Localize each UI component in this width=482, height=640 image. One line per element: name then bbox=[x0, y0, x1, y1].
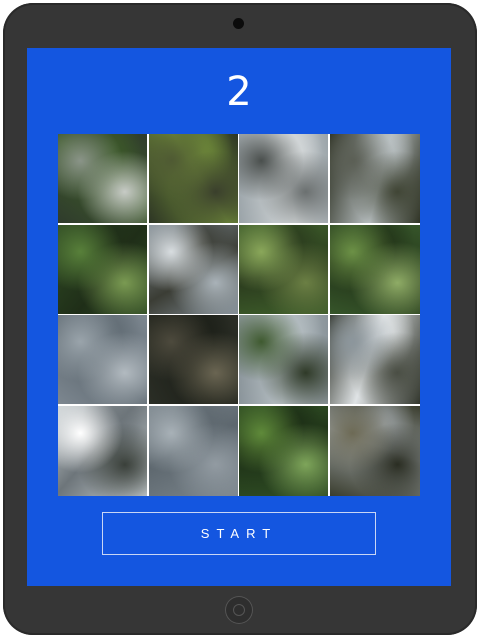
puzzle-tile-dark-rocks-twigs[interactable] bbox=[148, 315, 238, 404]
puzzle-tile-blurred-water[interactable] bbox=[58, 315, 147, 404]
puzzle-board bbox=[58, 134, 420, 496]
home-button-icon bbox=[233, 604, 245, 616]
home-button[interactable] bbox=[225, 596, 253, 624]
puzzle-tile-dense-forest[interactable] bbox=[329, 224, 420, 314]
puzzle-tile-splashing-water[interactable] bbox=[148, 224, 238, 314]
score-display: 2 bbox=[27, 70, 451, 114]
puzzle-tile-rocks-rushing-water[interactable] bbox=[329, 315, 420, 404]
puzzle-tile-water-over-rocks[interactable] bbox=[239, 134, 328, 223]
puzzle-tile-jungle-foliage[interactable] bbox=[58, 224, 147, 314]
puzzle-tile-tree-trunks-forest[interactable] bbox=[239, 224, 328, 314]
puzzle-tile-forest-floor-leaves[interactable] bbox=[148, 134, 238, 223]
puzzle-tile-rapids-with-fern[interactable] bbox=[58, 134, 147, 223]
start-button[interactable]: START bbox=[102, 512, 376, 555]
camera-icon bbox=[233, 18, 244, 29]
puzzle-tile-stream-with-stones[interactable] bbox=[329, 134, 420, 223]
score-value: 2 bbox=[226, 69, 252, 115]
puzzle-tile-white-rapids[interactable] bbox=[58, 405, 147, 496]
puzzle-tile-shallow-stream-pebbles[interactable] bbox=[329, 405, 420, 496]
puzzle-tile-green-leaves[interactable] bbox=[239, 405, 328, 496]
puzzle-tile-waterfall-blur[interactable] bbox=[148, 405, 238, 496]
puzzle-tile-water-and-moss[interactable] bbox=[239, 315, 328, 404]
